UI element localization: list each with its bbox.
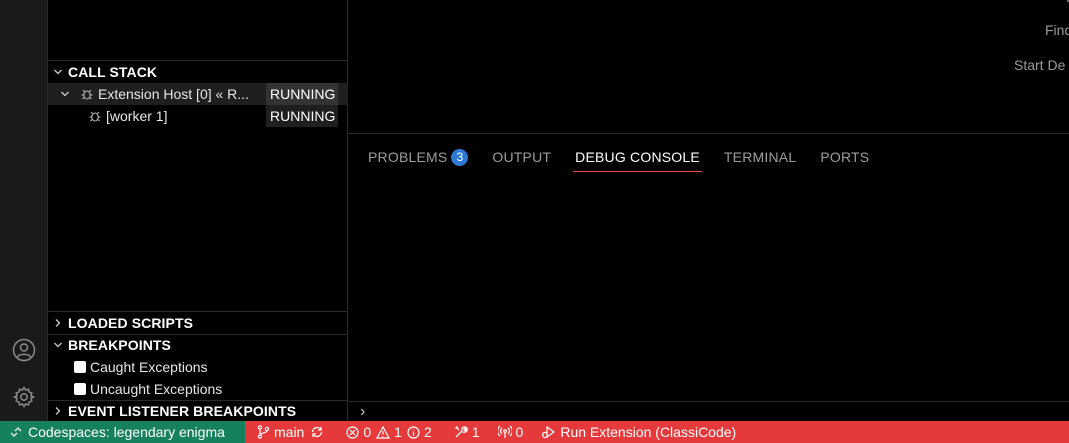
warning-count: 1 [394, 424, 402, 440]
call-stack-thread[interactable]: [worker 1] RUNNING [48, 105, 348, 127]
info-count: 2 [423, 424, 432, 440]
bottom-panel: PROBLEMS 3 OUTPUT DEBUG CONSOLE TERMINAL… [348, 133, 1069, 421]
tab-ports[interactable]: PORTS [820, 144, 869, 170]
thread-label: [worker 1] [106, 108, 168, 124]
editor-area: Find Start De [348, 0, 1069, 133]
tab-label: PROBLEMS [368, 149, 448, 165]
problems-indicator[interactable]: 0 1 2 [346, 424, 432, 440]
debug-sidebar: CALL STACK Extension Host [0] « R... RUN… [47, 0, 348, 421]
breakpoint-uncaught-exceptions[interactable]: Uncaught Exceptions [48, 378, 348, 400]
call-stack-title: CALL STACK [68, 64, 158, 80]
chevron-right-icon: › [360, 402, 366, 420]
bug-icon [80, 87, 98, 101]
event-listener-breakpoints-header[interactable]: EVENT LISTENER BREAKPOINTS [48, 400, 348, 422]
debug-sessions-indicator[interactable]: 1 [454, 424, 480, 440]
uncaught-exceptions-checkbox[interactable] [74, 383, 86, 395]
tab-terminal[interactable]: TERMINAL [724, 144, 796, 170]
caught-exceptions-checkbox[interactable] [74, 361, 86, 373]
thread-label: Extension Host [0] « R... [98, 86, 249, 102]
breakpoint-label: Uncaught Exceptions [90, 381, 223, 397]
breakpoint-label: Caught Exceptions [90, 359, 208, 375]
branch-name: main [274, 424, 305, 440]
tab-label: PORTS [820, 149, 870, 165]
call-stack-thread[interactable]: Extension Host [0] « R... RUNNING [48, 83, 348, 105]
tools-icon [454, 426, 468, 438]
git-branch-icon [257, 425, 270, 439]
bug-icon [88, 109, 106, 123]
ports-count: 0 [515, 424, 524, 440]
tab-problems[interactable]: PROBLEMS 3 [368, 144, 469, 170]
tab-label: TERMINAL [723, 149, 797, 165]
error-icon [346, 425, 359, 439]
problems-count-badge: 3 [451, 148, 469, 166]
loaded-scripts-title: LOADED SCRIPTS [68, 315, 194, 331]
thread-status: RUNNING [266, 83, 338, 105]
info-icon [407, 425, 420, 439]
broadcast-icon [497, 425, 512, 438]
warning-icon [376, 425, 391, 439]
breakpoints-title: BREAKPOINTS [68, 337, 171, 353]
gear-icon[interactable] [11, 384, 37, 410]
debug-session-count: 1 [471, 424, 480, 440]
tab-debug-console[interactable]: DEBUG CONSOLE [573, 144, 702, 172]
tab-output[interactable]: OUTPUT [492, 144, 551, 170]
welcome-item-clipped [1063, 0, 1069, 2]
chevron-right-icon [48, 318, 68, 328]
remote-label: Codespaces: legendary enigma [28, 424, 225, 440]
chevron-down-icon [48, 340, 68, 350]
welcome-item[interactable]: Start De [1014, 57, 1069, 73]
remote-icon [10, 427, 22, 437]
welcome-item[interactable]: Find [1045, 22, 1069, 38]
debug-alt-icon [542, 425, 556, 439]
call-stack-header[interactable]: CALL STACK [48, 61, 348, 83]
tab-label: DEBUG CONSOLE [575, 149, 700, 165]
chevron-down-icon [60, 89, 74, 99]
debug-console-input[interactable]: › [348, 401, 1069, 421]
branch-indicator[interactable]: main [257, 424, 328, 440]
status-bar: Codespaces: legendary enigma main 0 1 2 [0, 421, 1069, 443]
activity-bar [0, 0, 47, 421]
loaded-scripts-header[interactable]: LOADED SCRIPTS [48, 312, 348, 334]
error-count: 0 [363, 424, 372, 440]
breakpoints-header[interactable]: BREAKPOINTS [48, 334, 348, 356]
chevron-down-icon [48, 67, 68, 77]
thread-status: RUNNING [266, 105, 338, 127]
event-listener-breakpoints-title: EVENT LISTENER BREAKPOINTS [68, 403, 297, 419]
accounts-icon[interactable] [11, 337, 37, 363]
ports-indicator[interactable]: 0 [497, 424, 524, 440]
chevron-right-icon [48, 406, 68, 416]
remote-indicator[interactable]: Codespaces: legendary enigma [0, 421, 245, 443]
run-configuration-label: Run Extension (ClassiCode) [560, 424, 737, 440]
tab-label: OUTPUT [492, 149, 552, 165]
breakpoint-caught-exceptions[interactable]: Caught Exceptions [48, 356, 348, 378]
panel-tabs: PROBLEMS 3 OUTPUT DEBUG CONSOLE TERMINAL… [368, 144, 893, 172]
sync-icon[interactable] [310, 425, 324, 439]
run-configuration[interactable]: Run Extension (ClassiCode) [541, 424, 736, 440]
